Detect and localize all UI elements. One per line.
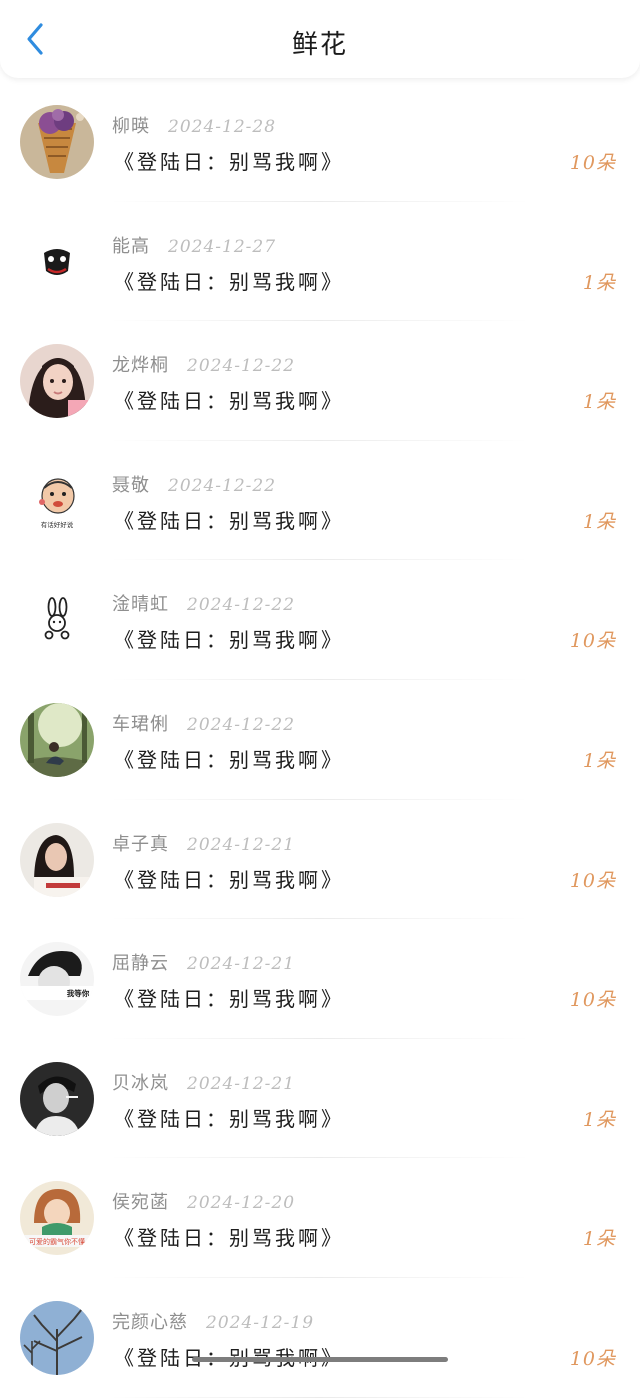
user-name: 贝冰岚 bbox=[112, 1072, 169, 1094]
avatar[interactable]: 有话好好说 bbox=[20, 463, 94, 538]
gift-message: 《登陆日：别骂我啊》 bbox=[114, 389, 344, 414]
svg-text:有话好好说: 有话好好说 bbox=[41, 520, 74, 529]
gift-count: 10朵 bbox=[569, 869, 616, 892]
user-name: 淦晴虹 bbox=[112, 594, 169, 616]
user-name: 车珺俐 bbox=[112, 713, 169, 735]
gift-message: 《登陆日：别骂我啊》 bbox=[114, 1226, 344, 1251]
gift-count: 10朵 bbox=[569, 989, 616, 1012]
user-name: 屈静云 bbox=[112, 953, 169, 975]
user-name: 完颜心慈 bbox=[112, 1311, 188, 1333]
gift-record-list: 柳暎 2024-12-28 《登陆日：别骂我啊》 10朵 能高 2024-12-… bbox=[0, 82, 640, 1398]
avatar[interactable] bbox=[20, 822, 94, 897]
user-name: 侯宛菡 bbox=[112, 1192, 169, 1214]
list-item[interactable]: 贝冰岚 2024-12-21 《登陆日：别骂我啊》 1朵 bbox=[0, 1039, 640, 1159]
gift-count: 1朵 bbox=[582, 391, 616, 414]
avatar[interactable]: 可爱的霸气你不懂 bbox=[20, 1181, 94, 1256]
gift-date: 2024-12-21 bbox=[187, 834, 296, 855]
user-name: 柳暎 bbox=[112, 116, 150, 137]
svg-text:我等你: 我等你 bbox=[67, 988, 90, 998]
gift-count: 10朵 bbox=[569, 152, 616, 174]
list-item[interactable]: 车珺俐 2024-12-22 《登陆日：别骂我啊》 1朵 bbox=[0, 680, 640, 800]
user-name: 卓子真 bbox=[112, 833, 169, 855]
gift-date: 2024-12-22 bbox=[187, 356, 296, 377]
top-bar: 鲜花 bbox=[0, 0, 640, 78]
gift-date: 2024-12-28 bbox=[168, 117, 277, 137]
page-title: 鲜花 bbox=[291, 30, 348, 60]
list-item[interactable]: 柳暎 2024-12-28 《登陆日：别骂我啊》 10朵 bbox=[0, 82, 640, 202]
list-item[interactable]: 能高 2024-12-27 《登陆日：别骂我啊》 1朵 bbox=[0, 202, 640, 322]
user-name: 聂敬 bbox=[112, 474, 150, 496]
list-item[interactable]: 完颜心慈 2024-12-19 《登陆日：别骂我啊》 10朵 bbox=[0, 1278, 640, 1398]
gift-date: 2024-12-21 bbox=[187, 1073, 296, 1094]
avatar[interactable] bbox=[20, 105, 94, 179]
list-item[interactable]: 我等你 屈静云 2024-12-21 《登陆日：别骂我啊》 10朵 bbox=[0, 919, 640, 1039]
gift-date: 2024-12-22 bbox=[187, 595, 296, 616]
avatar[interactable] bbox=[20, 344, 94, 419]
avatar[interactable] bbox=[20, 702, 94, 777]
user-name: 能高 bbox=[112, 235, 150, 257]
svg-text:可爱的霸气你不懂: 可爱的霸气你不懂 bbox=[29, 1237, 85, 1246]
gift-date: 2024-12-20 bbox=[187, 1193, 296, 1214]
gift-message: 《登陆日：别骂我啊》 bbox=[114, 987, 344, 1012]
gift-message: 《登陆日：别骂我啊》 bbox=[114, 1106, 344, 1131]
gift-date: 2024-12-19 bbox=[206, 1312, 315, 1333]
gift-date: 2024-12-22 bbox=[187, 714, 296, 735]
avatar[interactable] bbox=[20, 583, 94, 658]
gift-message: 《登陆日：别骂我啊》 bbox=[114, 150, 344, 174]
gift-count: 1朵 bbox=[582, 1108, 616, 1131]
gift-count: 1朵 bbox=[582, 749, 616, 772]
avatar[interactable] bbox=[20, 1300, 94, 1375]
avatar[interactable] bbox=[20, 224, 94, 299]
gift-message: 《登陆日：别骂我啊》 bbox=[114, 628, 344, 653]
gift-count: 1朵 bbox=[582, 1228, 616, 1251]
list-item[interactable]: 可爱的霸气你不懂 侯宛菡 2024-12-20 《登陆日：别骂我啊》 1朵 bbox=[0, 1158, 640, 1278]
gift-date: 2024-12-21 bbox=[187, 954, 296, 975]
list-item[interactable]: 龙烨桐 2024-12-22 《登陆日：别骂我啊》 1朵 bbox=[0, 321, 640, 441]
gift-message: 《登陆日：别骂我啊》 bbox=[114, 747, 344, 772]
gift-message: 《登陆日：别骂我啊》 bbox=[114, 269, 344, 294]
gift-message: 《登陆日：别骂我啊》 bbox=[114, 508, 344, 533]
avatar[interactable] bbox=[20, 1061, 94, 1136]
home-indicator[interactable] bbox=[192, 1357, 448, 1362]
gift-date: 2024-12-27 bbox=[168, 236, 277, 257]
gift-date: 2024-12-22 bbox=[168, 475, 277, 496]
gift-count: 10朵 bbox=[569, 1347, 616, 1370]
list-item[interactable]: 有话好好说 聂敬 2024-12-22 《登陆日：别骂我啊》 1朵 bbox=[0, 441, 640, 561]
user-name: 龙烨桐 bbox=[112, 355, 169, 377]
gift-message: 《登陆日：别骂我啊》 bbox=[114, 867, 344, 892]
list-item[interactable]: 卓子真 2024-12-21 《登陆日：别骂我啊》 10朵 bbox=[0, 800, 640, 920]
avatar[interactable]: 我等你 bbox=[20, 942, 94, 1017]
gift-count: 1朵 bbox=[582, 510, 616, 533]
list-item[interactable]: 淦晴虹 2024-12-22 《登陆日：别骂我啊》 10朵 bbox=[0, 560, 640, 680]
gift-count: 10朵 bbox=[569, 630, 616, 653]
gift-count: 1朵 bbox=[582, 271, 616, 294]
